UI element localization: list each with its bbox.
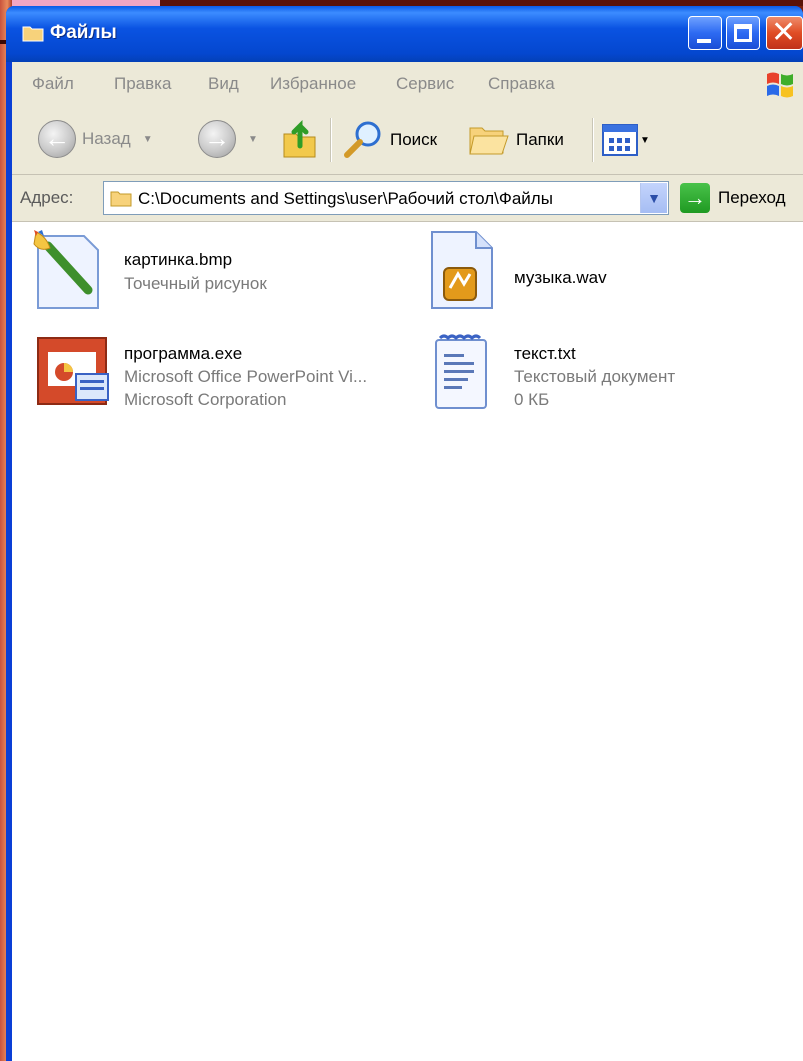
file-size: 0 КБ [514,390,550,409]
views-button[interactable]: ▼ [602,124,650,156]
up-folder-button[interactable] [280,118,320,160]
file-description: Microsoft Office PowerPoint Vi... [124,367,368,386]
back-button[interactable]: ← Назад ▼ [38,120,153,158]
up-folder-icon [283,119,316,158]
menu-edit[interactable]: Правка [114,74,171,94]
address-input[interactable]: C:\Documents and Settings\user\Рабочий с… [103,181,669,215]
maximize-icon [734,24,752,42]
minimize-button[interactable] [688,16,722,50]
go-arrow-icon: → [680,183,710,213]
file-item[interactable]: картинка.bmp Точечный рисунок [28,228,388,318]
folders-button[interactable]: Папки [468,122,564,158]
address-bar: Адрес: C:\Documents and Settings\user\Ра… [12,175,803,222]
menu-help[interactable]: Справка [488,74,555,94]
title-bar[interactable]: Файлы ✕ [6,6,803,62]
file-company: Microsoft Corporation [124,390,287,409]
file-item[interactable]: текст.txt Текстовый документ 0 КБ [430,332,790,422]
search-button[interactable]: Поиск [342,120,437,160]
forward-arrow-icon: → [198,120,236,158]
search-icon [344,121,381,158]
folders-label: Папки [516,130,564,149]
folders-icon [469,127,509,155]
menu-view[interactable]: Вид [208,74,239,94]
windows-logo-icon [767,72,793,98]
file-name: текст.txt [514,344,576,363]
menu-tools[interactable]: Сервис [396,74,454,94]
file-name: программа.exe [124,344,243,363]
close-icon: ✕ [771,16,797,49]
toolbar-separator [330,118,332,162]
paint-brush-icon [33,230,99,309]
minimize-icon [697,39,711,43]
views-dropdown-icon[interactable]: ▼ [640,135,650,146]
folder-icon [22,26,44,42]
standard-toolbar: ← Назад ▼ → ▼ Поиск Папки ▼ [12,106,803,175]
explorer-window: Файлы ✕ Файл Правка Вид Избранное Сервис… [6,6,803,1061]
toolbar-separator [592,118,594,162]
forward-button[interactable]: → ▼ [198,120,258,158]
text-document-icon [435,334,487,409]
back-arrow-icon: ← [38,120,76,158]
window-title: Файлы [50,22,117,43]
menu-file[interactable]: Файл [32,74,74,94]
file-type: Текстовый документ [514,367,676,386]
folder-icon [110,191,132,207]
powerpoint-icon [37,337,109,405]
menu-bar: Файл Правка Вид Избранное Сервис Справка [12,62,803,107]
file-list: картинка.bmp Точечный рисунок музыка.wav… [12,222,803,1061]
file-name: музыка.wav [514,268,607,287]
views-icon [602,124,638,156]
audio-file-icon [431,231,493,309]
file-type: Точечный рисунок [124,274,267,293]
back-dropdown-icon[interactable]: ▼ [143,134,153,145]
address-label: Адрес: [20,188,74,207]
search-label: Поиск [390,130,438,149]
file-item[interactable]: музыка.wav [422,228,782,318]
maximize-button[interactable] [726,16,760,50]
close-button[interactable]: ✕ [766,16,803,50]
go-button[interactable]: → Переход [680,183,786,213]
forward-dropdown-icon[interactable]: ▼ [248,134,258,145]
file-name: картинка.bmp [124,250,233,269]
back-label: Назад [82,129,131,148]
menu-favorites[interactable]: Избранное [270,74,356,94]
address-path: C:\Documents and Settings\user\Рабочий с… [138,189,553,208]
address-dropdown-icon[interactable]: ▼ [640,183,667,213]
go-label: Переход [718,188,786,207]
file-item[interactable]: программа.exe Microsoft Office PowerPoin… [36,332,416,422]
